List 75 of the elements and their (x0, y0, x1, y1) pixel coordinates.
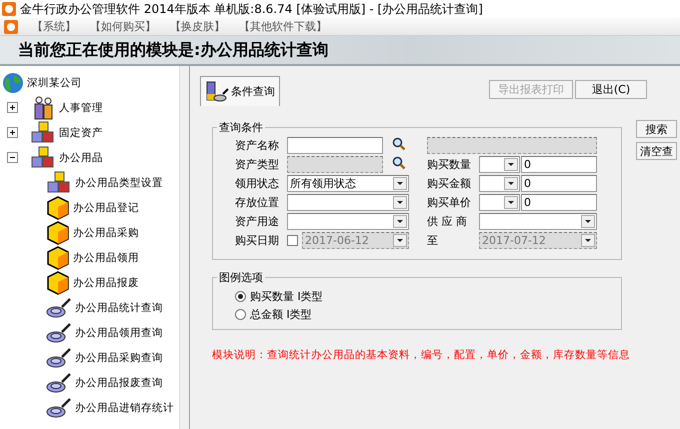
value-field[interactable]: 0 (521, 175, 597, 192)
module-description: 模块说明：查询统计办公用品的基本资料，编号，配置，单价，金额，库存数量等信息 (212, 348, 630, 362)
field-label: 资产用途 (235, 214, 280, 229)
value-field[interactable]: 0 (521, 156, 597, 173)
tree-item[interactable]: 办公用品报废查询 (75, 376, 163, 390)
expander-icon[interactable] (7, 102, 18, 113)
radio-button[interactable] (235, 290, 246, 302)
tree-item[interactable]: 办公用品登记 (73, 200, 139, 214)
dropdown-field[interactable] (287, 213, 409, 230)
tree-item[interactable]: 办公用品采购 (73, 226, 139, 240)
operator-dropdown[interactable] (479, 194, 520, 211)
tree-item[interactable]: 办公用品进销存统计 (75, 400, 174, 414)
field-label: 领用状态 (235, 176, 280, 191)
module-title: 当前您正在使用的模块是:办公用品统计查询 (18, 40, 328, 60)
value-field[interactable]: 0 (521, 194, 597, 211)
radio-label[interactable]: 总金额 I类型 (250, 306, 312, 322)
app-logo-icon (4, 20, 18, 34)
tree-item[interactable]: 办公用品统计查询 (75, 300, 163, 314)
dropdown-field[interactable] (479, 213, 597, 230)
field-label: 资产名称 (235, 138, 280, 153)
dropdown-value: 所有领用状态 (290, 176, 356, 191)
blocks-icon (30, 146, 56, 170)
operator-dropdown[interactable] (479, 156, 520, 173)
field-label: 购买日期 (235, 233, 280, 248)
window-title: 金牛行政办公管理软件 2014年版本 单机版:8.6.74 [体验试用版] - [办公用品统计查询] (20, 0, 483, 18)
blocks-icon (46, 170, 72, 194)
dropdown-field[interactable]: 所有领用状态 (287, 175, 409, 192)
tree-item[interactable]: 深圳某公司 (27, 76, 82, 90)
radio-button[interactable] (235, 308, 246, 320)
expander-icon[interactable] (7, 127, 18, 138)
magnifier-icon (46, 322, 72, 344)
menu-item[interactable]: 【换皮肤】 (170, 19, 225, 34)
cube-icon (46, 246, 70, 270)
group-title: 图例选项 (218, 270, 264, 285)
tree-item[interactable]: 办公用品领用 (73, 250, 139, 264)
tree-item[interactable]: 办公用品类型设置 (75, 176, 163, 190)
group-title: 查询条件 (218, 120, 264, 135)
toolbar-button[interactable]: 退出(C) (575, 80, 647, 99)
tree-item[interactable]: 人事管理 (59, 100, 103, 114)
field-label: 资产类型 (235, 157, 280, 172)
field-label: 购买金额 (427, 176, 472, 191)
tree-item[interactable]: 办公用品采购查询 (75, 350, 163, 364)
search-icon[interactable] (392, 137, 406, 151)
radio-label[interactable]: 购买数量 I类型 (250, 288, 323, 304)
scrollbar[interactable] (179, 66, 189, 429)
menu-item[interactable]: 【其他软件下载】 (239, 19, 327, 34)
expander-icon[interactable] (7, 152, 18, 163)
asset-field[interactable] (287, 137, 383, 154)
tree-item[interactable]: 办公用品报废 (73, 276, 139, 290)
side-button[interactable]: 搜索 (636, 120, 677, 138)
magnifier-icon (46, 296, 72, 318)
menu-item[interactable]: 【系统】 (32, 19, 76, 34)
menu-item[interactable]: 【如何购买】 (90, 19, 156, 34)
field-label: 至 (427, 233, 439, 248)
cube-icon (46, 270, 70, 294)
magnifier-icon (46, 372, 72, 394)
operator-dropdown[interactable] (479, 175, 520, 192)
tab[interactable]: 条件查询 (200, 76, 280, 106)
cube-icon (46, 196, 70, 220)
field-label: 购买数量 (427, 157, 472, 172)
cube-icon (46, 220, 70, 244)
magnifier-icon (46, 346, 72, 368)
field-label: 供 应 商 (427, 214, 468, 229)
dropdown-field[interactable] (287, 194, 409, 211)
magnifier-icon (46, 396, 72, 418)
search-icon[interactable] (392, 156, 406, 170)
tree-item[interactable]: 固定资产 (59, 126, 103, 140)
side-button[interactable]: 清空查 (636, 142, 677, 160)
globe-icon (2, 72, 24, 94)
tree-item[interactable]: 办公用品 (59, 150, 103, 164)
blocks-icon (30, 120, 56, 144)
field-label: 存放位置 (235, 195, 280, 210)
tree-item[interactable]: 办公用品领用查询 (75, 326, 163, 340)
field-label: 购买单价 (427, 195, 472, 210)
query-icon (205, 80, 229, 104)
